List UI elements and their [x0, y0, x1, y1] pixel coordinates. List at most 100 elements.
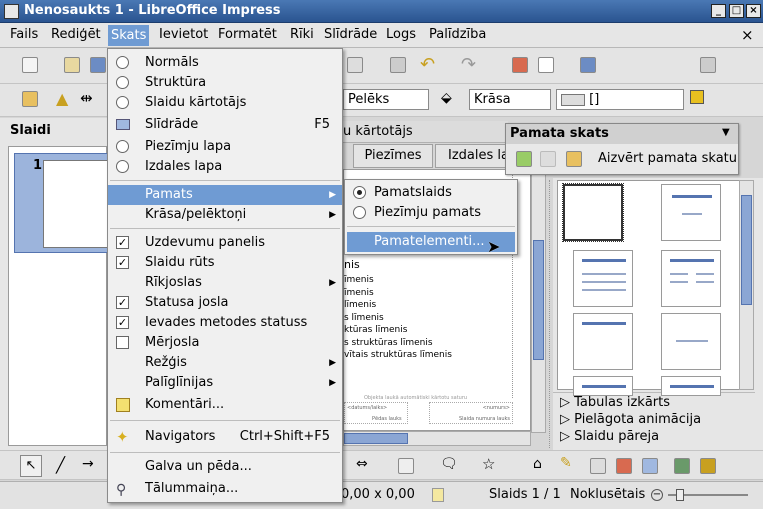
- layout-title-content-2[interactable]: [573, 250, 633, 307]
- globe-icon[interactable]: [580, 57, 596, 73]
- pane-slide-transition[interactable]: ▷ Slaidu pāreja: [560, 428, 754, 445]
- menu-item-task-pane[interactable]: ✓ Uzdevumu panelis: [108, 233, 342, 253]
- document-close-icon[interactable]: ×: [741, 26, 754, 44]
- layout-blank[interactable]: [562, 183, 624, 242]
- menu-fails[interactable]: Fails: [10, 27, 38, 42]
- menu-item-slide-sorter[interactable]: Slaidu kārtotājs: [108, 93, 342, 113]
- open-icon[interactable]: [64, 57, 80, 73]
- block-arrow-icon[interactable]: ⇔: [356, 456, 368, 472]
- submenu-item-notes-master[interactable]: Piezīmju pamats: [345, 203, 517, 223]
- area-icon[interactable]: ⬙: [441, 90, 452, 106]
- menu-formatet[interactable]: Formatēt: [218, 27, 277, 42]
- horizontal-scrollbar[interactable]: [343, 431, 531, 446]
- flowchart-icon[interactable]: [398, 458, 414, 474]
- menu-riki[interactable]: Rīki: [290, 27, 314, 42]
- fontwork-icon[interactable]: [590, 458, 606, 474]
- color-combo[interactable]: Pelēks: [343, 89, 429, 110]
- slide-preview: [43, 160, 109, 248]
- align-icon[interactable]: [700, 458, 716, 474]
- new-document-icon[interactable]: [22, 57, 38, 73]
- chart-icon[interactable]: [512, 57, 528, 73]
- layout-title-only[interactable]: [573, 313, 633, 370]
- menu-item-toolbars[interactable]: Rīkjoslas ▶: [108, 273, 342, 293]
- layout-centered-text[interactable]: [661, 313, 721, 370]
- highlight-icon[interactable]: ▲: [56, 89, 68, 108]
- menu-item-header-footer[interactable]: Galva un pēda...: [108, 457, 342, 477]
- dropdown-icon[interactable]: ▼: [722, 127, 730, 138]
- vertical-scrollbar[interactable]: [531, 169, 546, 433]
- menu-item-comments[interactable]: Komentāri...: [108, 395, 342, 415]
- app-icon[interactable]: [4, 4, 19, 19]
- mouse-cursor-icon: ➤: [487, 237, 501, 256]
- fill-value-combo[interactable]: []: [556, 89, 684, 110]
- horizontal-scroll-thumb[interactable]: [344, 433, 408, 444]
- menu-item-slideshow[interactable]: Slīdrāde F5: [108, 115, 342, 135]
- task-pane-scroll-thumb[interactable]: [741, 195, 752, 305]
- maximize-button[interactable]: □: [729, 4, 744, 18]
- tab-notes[interactable]: Piezīmes: [353, 144, 433, 168]
- menu-item-input-method[interactable]: ✓ Ievades metodes statuss: [108, 313, 342, 333]
- layout-title-content[interactable]: [661, 184, 721, 241]
- menu-item-status-bar[interactable]: ✓ Statusa josla: [108, 293, 342, 313]
- menu-logs[interactable]: Logs: [386, 27, 416, 42]
- zoom-out-icon[interactable]: −: [651, 489, 663, 501]
- table-icon[interactable]: [538, 57, 554, 73]
- menu-item-handout-page[interactable]: Izdales lapa: [108, 157, 342, 177]
- points-icon[interactable]: ⌂: [533, 456, 542, 472]
- image-icon[interactable]: [616, 458, 632, 474]
- menu-item-master[interactable]: Pamats ▶: [108, 185, 342, 205]
- menu-item-outline[interactable]: Struktūra: [108, 73, 342, 93]
- rename-master-icon[interactable]: [566, 151, 582, 167]
- gallery-icon[interactable]: [642, 458, 658, 474]
- task-pane-scrollbar[interactable]: [739, 180, 754, 390]
- paste-icon[interactable]: [347, 57, 363, 73]
- select-icon[interactable]: ↖: [20, 455, 42, 477]
- master-view-header[interactable]: Pamata skats ▼: [506, 124, 738, 144]
- layout-partial-2[interactable]: [661, 376, 721, 396]
- undo-icon[interactable]: ↶: [420, 54, 435, 75]
- layout-two-column[interactable]: [661, 250, 721, 307]
- menu-palidziba[interactable]: Palīdzība: [429, 27, 486, 42]
- menu-ievietot[interactable]: Ievietot: [159, 27, 208, 42]
- minimize-button[interactable]: _: [711, 4, 726, 18]
- menu-item-grid[interactable]: Režģis ▶: [108, 353, 342, 373]
- menu-item-notes-page[interactable]: Piezīmju lapa: [108, 137, 342, 157]
- pane-table-design[interactable]: ▷ Tabulas izkārts: [560, 394, 754, 411]
- style-icon[interactable]: [22, 91, 38, 107]
- menu-item-slide-pane[interactable]: ✓ Slaidu rūts: [108, 253, 342, 273]
- new-master-icon[interactable]: [516, 151, 532, 167]
- checkbox-icon: ✓: [116, 256, 129, 269]
- redo-icon[interactable]: ↷: [461, 54, 476, 75]
- extrusion-icon[interactable]: [674, 458, 690, 474]
- star-icon[interactable]: ☆: [482, 455, 495, 473]
- clone-formatting-icon[interactable]: [390, 57, 406, 73]
- delete-master-icon[interactable]: [540, 151, 556, 167]
- vertical-scroll-thumb[interactable]: [533, 240, 544, 360]
- close-master-view-button[interactable]: Aizvērt pamata skatu: [598, 151, 737, 166]
- close-button[interactable]: ×: [746, 4, 761, 18]
- zoom-slider-thumb[interactable]: [676, 489, 684, 501]
- menu-item-ruler[interactable]: Mērjosla: [108, 333, 342, 353]
- submenu-item-master-slide[interactable]: Pamatslaids: [345, 183, 517, 203]
- save-icon[interactable]: [90, 57, 106, 73]
- fill-type-combo[interactable]: Krāsa: [469, 89, 551, 110]
- callout-icon[interactable]: 🗨: [440, 456, 458, 472]
- line-icon[interactable]: ╱: [56, 456, 65, 474]
- pane-custom-animation[interactable]: ▷ Pielāgota animācija: [560, 411, 754, 428]
- glue-icon[interactable]: ✎: [560, 455, 572, 471]
- menu-item-color-grayscale[interactable]: Krāsa/pelēktoņi ▶: [108, 205, 342, 225]
- shadow-icon[interactable]: [690, 90, 704, 104]
- slide-thumbnail[interactable]: 1: [14, 153, 109, 253]
- menu-item-normal[interactable]: Normāls: [108, 53, 342, 73]
- tab-handouts[interactable]: Izdales la: [435, 144, 515, 168]
- arrow-icon[interactable]: →: [82, 456, 94, 472]
- menu-skats[interactable]: Skats: [108, 25, 150, 46]
- menu-item-zoom[interactable]: ⚲ Tālummaiņa...: [108, 479, 342, 499]
- layout-partial-1[interactable]: [573, 376, 633, 396]
- extension-icon[interactable]: [700, 57, 716, 73]
- menu-item-guides[interactable]: Palīglīnijas ▶: [108, 373, 342, 393]
- menu-item-navigator[interactable]: ✦ Navigators Ctrl+Shift+F5: [108, 427, 342, 447]
- menu-slidrade[interactable]: Slīdrāde: [324, 27, 377, 42]
- arrow-style-icon[interactable]: ⇹: [80, 89, 93, 107]
- menu-rediget[interactable]: Rediģēt: [51, 27, 101, 42]
